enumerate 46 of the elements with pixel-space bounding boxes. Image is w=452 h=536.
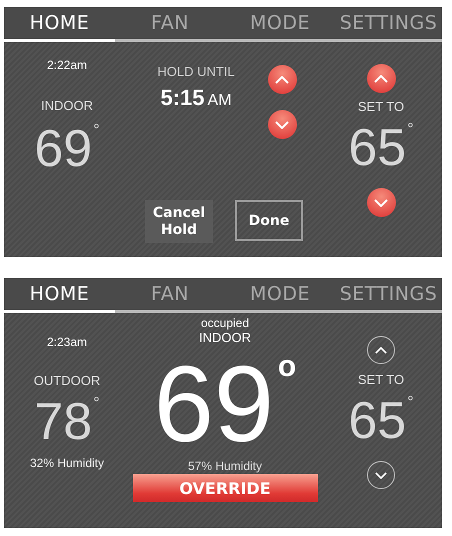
clock-time: 2:23am	[46, 335, 88, 349]
hold-time: 5:15	[160, 85, 205, 111]
tab[interactable]: MODE	[225, 278, 335, 313]
occupancy-status: occupied	[200, 316, 250, 330]
chevron-down-icon	[374, 198, 388, 206]
setpoint-up-button[interactable]	[367, 336, 395, 364]
indoor-temperature: 69	[154, 355, 274, 452]
degree-sign: °	[93, 123, 100, 139]
degree-sign: °	[93, 396, 100, 412]
set-to-label: SET TO	[358, 99, 404, 114]
setpoint-down-button[interactable]	[367, 461, 395, 489]
chevron-down-icon	[275, 120, 289, 128]
chevron-down-icon	[375, 472, 387, 478]
tab[interactable]: SETTINGS	[335, 278, 442, 313]
tab[interactable]: HOME	[4, 278, 115, 313]
tab[interactable]: FAN	[115, 7, 225, 42]
setpoint-temperature: 65	[348, 122, 406, 174]
degree-sign: °	[407, 122, 414, 138]
chevron-up-icon	[275, 76, 289, 84]
tab[interactable]: MODE	[225, 7, 335, 42]
setpoint-temperature: 65	[348, 395, 406, 447]
cancel-hold-button[interactable]: Cancel Hold	[145, 200, 213, 243]
tab[interactable]: FAN	[115, 278, 225, 313]
outdoor-humidity: 32% Humidity	[30, 456, 104, 470]
override-button[interactable]: OVERRIDE	[132, 474, 318, 502]
degree-sign: o	[278, 353, 296, 380]
tab[interactable]: HOME	[4, 7, 115, 42]
setpoint-down-button[interactable]	[366, 188, 396, 217]
clock-time: 2:22am	[46, 58, 88, 72]
setpoint-up-button[interactable]	[366, 64, 396, 93]
time-up-button[interactable]	[268, 65, 296, 94]
outdoor-label: OUTDOOR	[34, 373, 100, 388]
outdoor-temperature: 78	[34, 396, 92, 448]
tab[interactable]: SETTINGS	[335, 7, 442, 42]
time-down-button[interactable]	[268, 110, 296, 139]
hold-until-label: HOLD UNTIL	[157, 64, 235, 79]
degree-sign: °	[407, 395, 414, 411]
am-pm-label: AM	[208, 92, 232, 110]
chevron-up-icon	[375, 346, 387, 354]
set-to-label: SET TO	[358, 372, 404, 387]
indoor-label: INDOOR	[199, 330, 251, 345]
done-button[interactable]: Done	[235, 200, 303, 241]
indoor-label: INDOOR	[41, 98, 93, 113]
indoor-temperature: 69	[34, 123, 92, 175]
indoor-humidity: 57% Humidity	[188, 459, 262, 474]
chevron-up-icon	[374, 74, 388, 82]
